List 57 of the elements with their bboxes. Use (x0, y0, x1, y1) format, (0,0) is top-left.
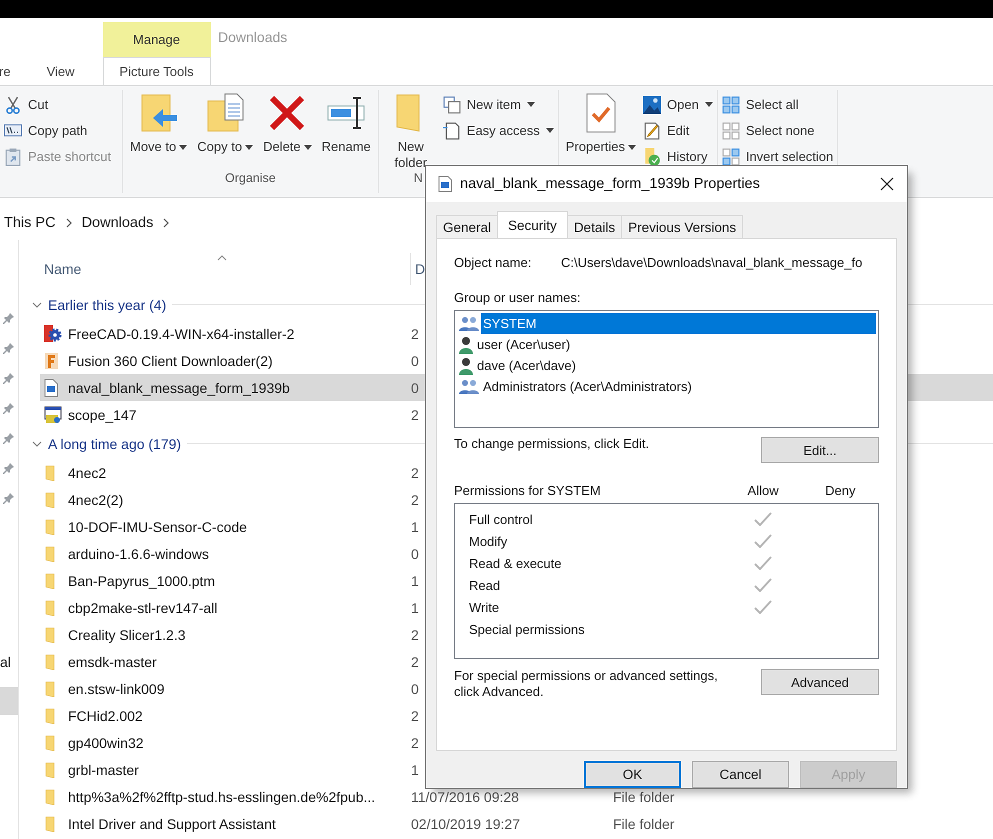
file-type: File folder (613, 816, 674, 832)
permission-name: Modify (469, 534, 508, 548)
file-date: 2 (411, 406, 419, 422)
file-name: gp400win32 (68, 734, 145, 750)
window-title: Downloads (218, 29, 288, 45)
file-name: emsdk-master (68, 654, 158, 670)
file-name: Intel Driver and Support Assistant (68, 816, 277, 832)
users-label: Group or user names: (454, 290, 582, 305)
permissions-label: Permissions for SYSTEM (454, 483, 602, 498)
permission-name: Read & execute (469, 556, 563, 570)
allow-header: Allow (746, 483, 780, 498)
file-date: 0 (411, 352, 419, 368)
file-name: 10-DOF-IMU-Sensor-C-code (68, 518, 248, 534)
file-date: 0 (411, 380, 419, 396)
permission-name: Read (469, 578, 502, 592)
file-name: naval_blank_message_form_1939b (68, 380, 291, 396)
file-date: 2 (411, 734, 419, 750)
group-label: N (414, 171, 423, 185)
group-label: Organise (225, 171, 276, 185)
file-name: FCHid2.002 (68, 708, 144, 724)
file-date: 11/07/2016 09:28 (411, 788, 519, 804)
file-name: http%3a%2f%2fftp-stud.hs-esslingen.de%2fpub... (68, 788, 376, 804)
file-name: FreeCAD-0.19.4-WIN-x64-installer-2 (68, 326, 296, 342)
file-name: arduino-1.6.6-windows (68, 546, 210, 562)
file-name: cbp2make-stl-rev147-all (68, 600, 218, 616)
file-date: 1 (411, 518, 419, 534)
file-date: 2 (411, 626, 419, 642)
object-name-value: C:\Users\dave\Downloads\naval_blank_message_fo (561, 255, 862, 270)
file-date: 1 (411, 600, 419, 616)
file-date: 0 (411, 546, 419, 562)
dialog-title: naval_blank_message_form_1939b Properties (460, 176, 761, 192)
file-date: 1 (411, 572, 419, 588)
file-name: Creality Slicer1.2.3 (68, 626, 186, 642)
advanced-note: For special permissions or advanced settings, click Advanced. (454, 668, 719, 700)
file-name: scope_147 (68, 406, 138, 422)
file-name: Fusion 360 Client Downloader(2) (68, 352, 274, 368)
file-name: en.stsw-link009 (68, 680, 166, 696)
permission-name: Write (469, 600, 500, 614)
permission-name: Full control (469, 512, 534, 526)
file-type: File folder (613, 788, 674, 804)
file-name: 4nec2(2) (68, 492, 124, 508)
permission-name: Special permissions (469, 622, 586, 636)
deny-header: Deny (824, 483, 857, 498)
file-date: 2 (411, 708, 419, 724)
contextual-tab-header: Manage (102, 22, 211, 57)
file-name: Ban-Papyrus_1000.ptm (68, 572, 216, 588)
file-date: 2 (411, 654, 419, 670)
file-date: 0 (411, 680, 419, 696)
object-name-label: Object name: (454, 255, 532, 270)
file-date: 1 (411, 762, 419, 778)
file-date: 2 (411, 492, 419, 508)
file-date: 2 (411, 464, 419, 480)
file-date: 02/10/2019 19:27 (411, 816, 520, 832)
file-name: 4nec2 (68, 464, 108, 480)
file-name: grbl-master (68, 762, 140, 778)
file-date: 2 (411, 326, 419, 342)
change-note: To change permissions, click Edit. (454, 436, 650, 451)
